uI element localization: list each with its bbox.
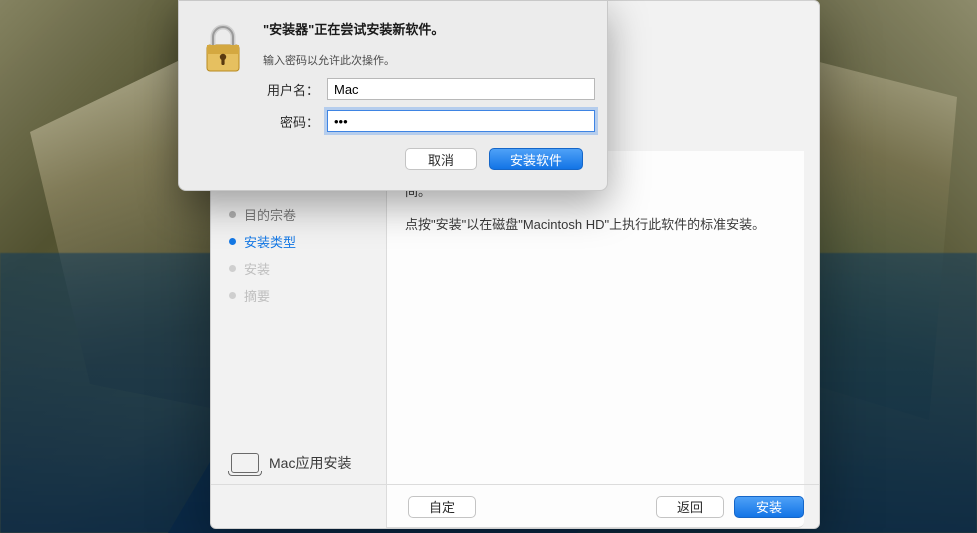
- sidebar-item-label: 目的宗卷: [244, 205, 296, 224]
- installer-logo-label: Mac应用安装: [269, 453, 351, 473]
- install-button[interactable]: 安装: [734, 496, 804, 518]
- installer-logo: Mac应用安装: [231, 453, 351, 473]
- password-field[interactable]: [327, 110, 595, 132]
- username-label: 用户名：: [263, 80, 319, 99]
- sidebar-item-label: 安装: [244, 259, 270, 278]
- username-field[interactable]: [327, 78, 595, 100]
- install-software-button[interactable]: 安装软件: [489, 148, 583, 170]
- sidebar-item-label: 安装类型: [244, 232, 296, 251]
- sidebar-item-summary: 摘要: [211, 282, 386, 309]
- laptop-icon: [231, 453, 259, 473]
- cancel-button[interactable]: 取消: [405, 148, 477, 170]
- installer-main-panel: 间。 点按"安装"以在磁盘"Macintosh HD"上执行此软件的标准安装。: [386, 151, 804, 528]
- auth-title: "安装器"正在尝试安装新软件。: [263, 19, 595, 38]
- installer-sidebar: 目的宗卷 安装类型 安装 摘要: [211, 193, 386, 528]
- auth-subtitle: 输入密码以允许此次操作。: [263, 52, 595, 68]
- auth-dialog: "安装器"正在尝试安装新软件。 输入密码以允许此次操作。 用户名： 密码： 取消…: [178, 0, 608, 191]
- customize-button[interactable]: 自定: [408, 496, 476, 518]
- sidebar-item-destination: 目的宗卷: [211, 201, 386, 228]
- sidebar-item-label: 摘要: [244, 286, 270, 305]
- installer-bottom-bar: 自定 返回 安装: [211, 484, 819, 528]
- sidebar-item-installtype: 安装类型: [211, 228, 386, 255]
- back-button[interactable]: 返回: [656, 496, 724, 518]
- install-instruction-text: 点按"安装"以在磁盘"Macintosh HD"上执行此软件的标准安装。: [405, 214, 786, 233]
- sidebar-item-install: 安装: [211, 255, 386, 282]
- lock-icon: [199, 23, 247, 75]
- password-label: 密码：: [263, 112, 319, 131]
